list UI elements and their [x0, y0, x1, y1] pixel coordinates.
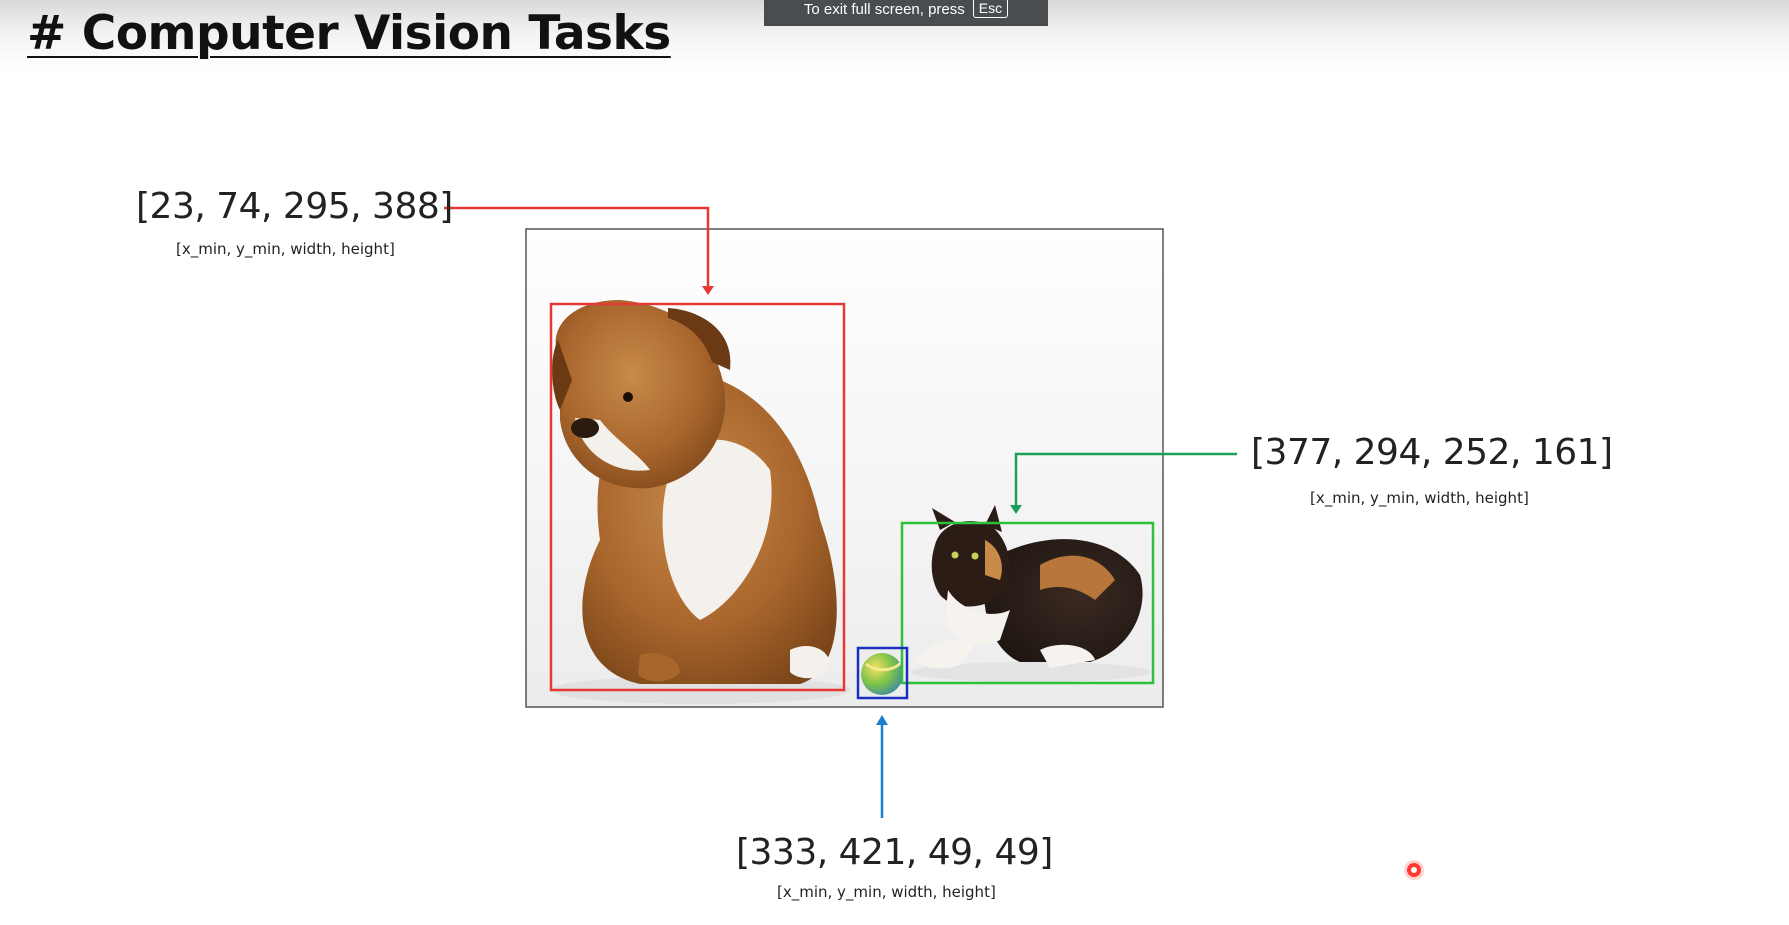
cat-coordinates-label: [377, 294, 252, 161] [1251, 432, 1613, 473]
ball-format-label: [x_min, y_min, width, height] [777, 883, 996, 901]
dog-coordinates-label: [23, 74, 295, 388] [136, 186, 453, 227]
ball-image [861, 653, 904, 695]
dog-format-label: [x_min, y_min, width, height] [176, 240, 395, 258]
cat-format-label: [x_min, y_min, width, height] [1310, 489, 1529, 507]
laser-pointer-cursor [1407, 863, 1421, 877]
ball-arrow [876, 715, 888, 818]
slide-content: [23, 74, 295, 388] [x_min, y_min, width,… [0, 0, 1789, 925]
ball-coordinates-label: [333, 421, 49, 49] [736, 832, 1053, 873]
